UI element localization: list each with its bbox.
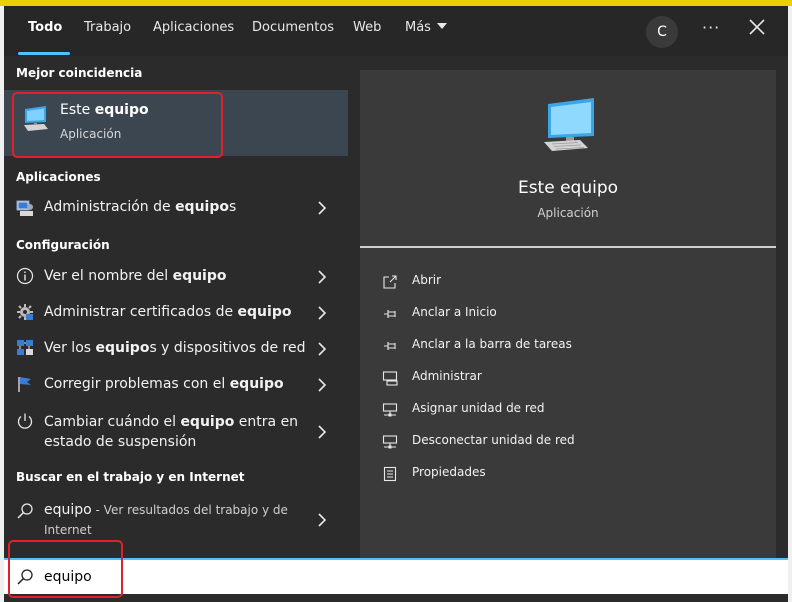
list-item-suspension[interactable]: Cambiar cuándo el equipo entra en estado… — [4, 402, 348, 458]
disconnect-drive-icon — [382, 435, 398, 449]
action-desconectar-unidad[interactable]: Desconectar unidad de red — [382, 432, 682, 452]
action-anclar-barra[interactable]: Anclar a la barra de tareas — [382, 336, 682, 356]
computer-management-icon — [16, 200, 33, 216]
section-heading-apps: Aplicaciones — [16, 170, 101, 184]
manage-icon — [382, 371, 398, 386]
chevron-down-icon — [436, 23, 447, 29]
tab-mas[interactable]: Más — [405, 20, 447, 35]
label-pre: Cambiar cuándo el — [44, 414, 181, 430]
list-item-label: Ver el nombre del equipo — [44, 268, 227, 284]
list-item-label: Administración de equipos — [44, 199, 236, 215]
tab-todo[interactable]: Todo — [28, 20, 62, 35]
label-pre: Corregir problemas con el — [44, 376, 230, 392]
tab-documentos[interactable]: Documentos — [252, 20, 334, 35]
more-options-icon[interactable]: ··· — [702, 18, 720, 37]
tab-trabajo[interactable]: Trabajo — [84, 20, 131, 35]
power-icon — [17, 413, 33, 429]
search-icon — [17, 503, 33, 519]
list-item-certificados[interactable]: Administrar certificados de equipo — [4, 294, 348, 330]
info-icon — [16, 267, 34, 285]
label-pre: Ver el nombre del — [44, 268, 173, 284]
certificate-icon — [17, 304, 33, 320]
action-asignar-unidad[interactable]: Asignar unidad de red — [382, 400, 682, 420]
section-heading-best-match: Mejor coincidencia — [16, 66, 143, 80]
preview-title: Este equipo — [517, 178, 619, 198]
label-post: s y dispositivos de red — [149, 340, 306, 356]
action-label: Anclar a la barra de tareas — [412, 337, 572, 351]
list-item-ver-nombre[interactable]: Ver el nombre del equipo — [4, 258, 348, 294]
highlight-box-best-match — [12, 92, 223, 158]
active-tab-indicator — [18, 52, 70, 55]
preview-pane: Este equipo Aplicación Abrir Anclar a In… — [360, 70, 776, 558]
label-bold: equipo — [229, 376, 284, 392]
section-heading-settings: Configuración — [16, 238, 110, 252]
chevron-right-icon — [318, 270, 327, 284]
chevron-right-icon — [318, 306, 327, 320]
highlight-box-search — [8, 540, 123, 598]
chevron-right-icon — [318, 201, 327, 215]
action-label: Administrar — [412, 369, 482, 383]
list-item-label: Ver los equipos y dispositivos de red — [44, 340, 306, 356]
open-icon — [383, 275, 397, 289]
list-item-label: Cambiar cuándo el equipo entra en estado… — [44, 412, 302, 452]
list-item-dispositivos-red[interactable]: Ver los equipos y dispositivos de red — [4, 330, 348, 366]
computer-icon — [544, 98, 594, 151]
section-heading-web: Buscar en el trabajo y en Internet — [16, 470, 245, 484]
label-pre: Administración de — [44, 199, 176, 215]
list-item-corregir-problemas[interactable]: Corregir problemas con el equipo — [4, 366, 348, 402]
action-label: Abrir — [412, 273, 442, 287]
tab-web[interactable]: Web — [353, 20, 381, 35]
action-propiedades[interactable]: Propiedades — [382, 464, 682, 484]
action-label: Desconectar unidad de red — [412, 433, 575, 447]
pin-taskbar-icon — [384, 342, 396, 350]
label-bold: equipo — [180, 414, 235, 430]
properties-icon — [383, 466, 397, 482]
search-window: Todo Trabajo Aplicaciones Documentos Web… — [4, 6, 788, 602]
close-icon[interactable] — [748, 18, 766, 36]
network-devices-icon — [17, 340, 33, 355]
action-label: Asignar unidad de red — [412, 401, 545, 415]
map-drive-icon — [382, 403, 398, 417]
action-label: Anclar a Inicio — [412, 305, 497, 319]
action-anclar-inicio[interactable]: Anclar a Inicio — [382, 304, 682, 324]
list-item-label: Administrar certificados de equipo — [44, 304, 291, 320]
web-result-query: equipo — [44, 502, 92, 518]
chevron-right-icon — [318, 425, 327, 439]
chevron-right-icon — [318, 378, 327, 392]
label-bold: equipo — [172, 268, 227, 284]
label-pre: Ver los — [44, 340, 96, 356]
list-item-label: Corregir problemas con el equipo — [44, 376, 284, 392]
label-post: s — [228, 199, 237, 215]
pin-icon — [384, 310, 396, 318]
label-bold: equipo — [175, 199, 229, 215]
list-item-admin-equipos[interactable]: Administración de equipos — [4, 190, 348, 226]
tab-aplicaciones[interactable]: Aplicaciones — [153, 20, 234, 35]
label-bold: equipo — [237, 304, 292, 320]
label-bold: equipo — [95, 340, 150, 356]
tab-bar: Todo Trabajo Aplicaciones Documentos Web… — [4, 6, 788, 56]
results-pane: Mejor coincidencia Este equipo Aplicació… — [4, 56, 348, 558]
chevron-right-icon — [318, 513, 327, 527]
chevron-right-icon — [318, 342, 327, 356]
flag-icon — [18, 377, 31, 392]
label-pre: Administrar certificados de — [44, 304, 238, 320]
tab-mas-label: Más — [405, 20, 431, 35]
web-result-text: equipo - Ver resultados del trabajo y de… — [44, 500, 302, 540]
action-label: Propiedades — [412, 465, 486, 479]
preview-subtitle: Aplicación — [537, 206, 599, 220]
action-administrar[interactable]: Administrar — [382, 368, 682, 388]
action-abrir[interactable]: Abrir — [382, 272, 682, 292]
avatar[interactable]: C — [646, 16, 678, 48]
background-edge-right — [788, 6, 792, 602]
web-search-result[interactable]: equipo - Ver resultados del trabajo y de… — [4, 492, 348, 546]
preview-divider — [360, 246, 776, 248]
